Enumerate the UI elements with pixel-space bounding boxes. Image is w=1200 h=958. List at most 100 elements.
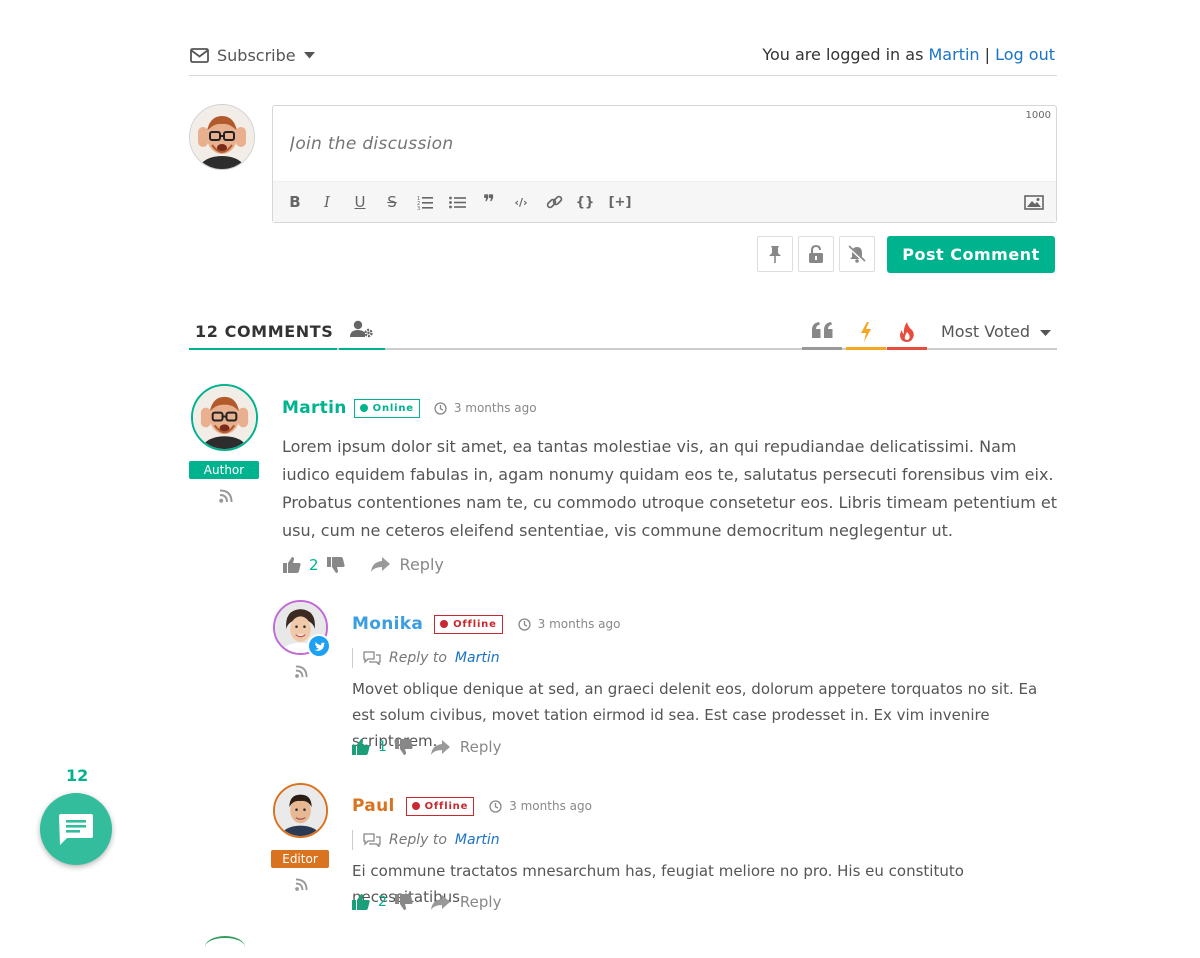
envelope-icon	[190, 47, 209, 63]
reply-to-info: Reply to Martin	[352, 830, 500, 850]
reply-label: Reply	[459, 893, 502, 911]
comment-bubble-button[interactable]	[40, 793, 112, 865]
bubble-comment-count: 12	[66, 766, 89, 785]
paul-avatar[interactable]	[273, 783, 328, 838]
divider	[189, 75, 1057, 76]
time-label: 3 months ago	[537, 617, 621, 631]
next-avatar-partial	[205, 936, 245, 958]
reply-arrow-icon	[430, 894, 450, 910]
thumbs-down-icon[interactable]	[394, 739, 413, 755]
comment-time: 3 months ago	[434, 401, 537, 415]
current-user-avatar	[189, 104, 255, 170]
rss-icon[interactable]	[295, 878, 308, 891]
lightning-icon	[860, 322, 872, 342]
status-badge: Offline	[405, 796, 475, 816]
sticky-comment-button[interactable]	[757, 236, 793, 272]
comment-text: Lorem ipsum dolor sit amet, ea tantas mo…	[282, 437, 1057, 540]
status-label: Offline	[453, 618, 497, 630]
link-icon[interactable]	[543, 191, 565, 213]
vote-count: 1	[378, 739, 387, 755]
image-icon[interactable]	[1023, 191, 1045, 213]
reply-to-label: Reply to	[389, 650, 447, 666]
logout-link[interactable]: Log out	[995, 45, 1055, 64]
comment-actions: 1 Reply	[352, 738, 501, 756]
status-badge: Online	[353, 398, 420, 418]
status-badge: Offline	[434, 614, 503, 634]
logged-in-text: You are logged in as	[762, 45, 924, 64]
comments-icon	[363, 833, 381, 847]
comment-time: 3 months ago	[518, 617, 621, 631]
comment-editor: 1000 B I U S 123 ❞ ‹/› {} [+]	[272, 105, 1057, 223]
code-icon[interactable]: ‹/›	[510, 191, 532, 213]
clock-icon	[518, 617, 531, 631]
comment-textarea[interactable]	[273, 106, 1056, 182]
editor-badge: Editor	[271, 850, 329, 868]
reply-label: Reply	[399, 555, 444, 574]
strikethrough-icon[interactable]: S	[381, 191, 403, 213]
unlock-icon	[808, 245, 824, 263]
thumbs-up-icon[interactable]	[283, 556, 301, 573]
reply-button[interactable]: Reply	[370, 555, 444, 574]
spoiler-icon[interactable]: [+]	[606, 191, 634, 213]
comment-actions: 2 Reply	[283, 555, 444, 574]
status-dot	[359, 404, 368, 412]
comment-time: 3 months ago	[489, 799, 592, 813]
source-code-icon[interactable]: {}	[574, 191, 596, 213]
martin-avatar[interactable]	[191, 384, 258, 451]
author-name[interactable]: Monika	[352, 614, 423, 634]
current-user-link[interactable]: Martin	[929, 45, 980, 64]
author-name[interactable]: Paul	[352, 796, 395, 816]
comment-actions: 2 Reply	[352, 893, 501, 911]
thumbs-up-icon[interactable]	[352, 739, 370, 755]
comments-icon	[363, 651, 381, 665]
rss-icon[interactable]	[295, 665, 308, 678]
tab-underline	[887, 347, 927, 350]
comment-header: Paul Offline 3 months ago	[352, 796, 592, 816]
vote-count: 2	[378, 894, 387, 910]
chat-icon	[58, 812, 94, 846]
comment-header: Martin Online 3 months ago	[282, 398, 537, 418]
tab-underline	[802, 347, 842, 350]
time-label: 3 months ago	[453, 401, 537, 415]
thumbs-down-icon[interactable]	[394, 894, 413, 910]
comment-header: Monika Offline 3 months ago	[352, 614, 620, 634]
underline-icon[interactable]: U	[349, 191, 371, 213]
reply-button[interactable]: Reply	[430, 893, 502, 911]
reply-to-label: Reply to	[389, 832, 447, 848]
reply-to-link[interactable]: Martin	[455, 832, 500, 848]
sort-by-hottest-tab[interactable]	[887, 318, 927, 350]
private-comment-button[interactable]	[798, 236, 834, 272]
caret-down-icon	[1040, 322, 1052, 336]
subscribe-dropdown[interactable]: Subscribe	[190, 44, 315, 66]
reply-button[interactable]: Reply	[430, 738, 502, 756]
sort-by-newest-tab[interactable]	[846, 318, 886, 350]
clock-icon	[434, 401, 447, 415]
editor-toolbar: B I U S 123 ❞ ‹/› {} [+]	[273, 181, 1056, 222]
comments-count-tab[interactable]: 12 COMMENTS	[189, 322, 337, 350]
reply-label: Reply	[459, 738, 502, 756]
login-status: You are logged in as Martin | Log out	[762, 45, 1055, 64]
sort-dropdown[interactable]: Most Voted	[930, 322, 1057, 350]
ordered-list-icon[interactable]: 123	[414, 191, 436, 213]
rss-icon[interactable]	[219, 489, 233, 503]
reply-to-link[interactable]: Martin	[455, 650, 500, 666]
unordered-list-icon[interactable]	[446, 191, 468, 213]
thumbs-down-icon[interactable]	[326, 556, 345, 573]
bold-icon[interactable]: B	[284, 191, 306, 213]
time-label: 3 months ago	[509, 799, 592, 813]
italic-icon[interactable]: I	[316, 191, 338, 213]
tab-underline	[846, 347, 886, 350]
status-dot	[440, 620, 449, 628]
author-name[interactable]: Martin	[282, 398, 347, 418]
sort-by-quotes-tab[interactable]	[802, 318, 842, 350]
tab-underline	[189, 348, 337, 350]
thumbs-up-icon[interactable]	[352, 894, 370, 910]
mute-notifications-button[interactable]	[839, 236, 875, 272]
fire-icon	[899, 322, 915, 342]
status-dot	[411, 802, 420, 810]
pin-icon	[768, 245, 782, 263]
char-limit: 1000	[1025, 110, 1051, 121]
quote-icon[interactable]: ❞	[478, 190, 500, 214]
users-tab[interactable]	[339, 320, 385, 350]
post-comment-button[interactable]: Post Comment	[887, 236, 1055, 273]
